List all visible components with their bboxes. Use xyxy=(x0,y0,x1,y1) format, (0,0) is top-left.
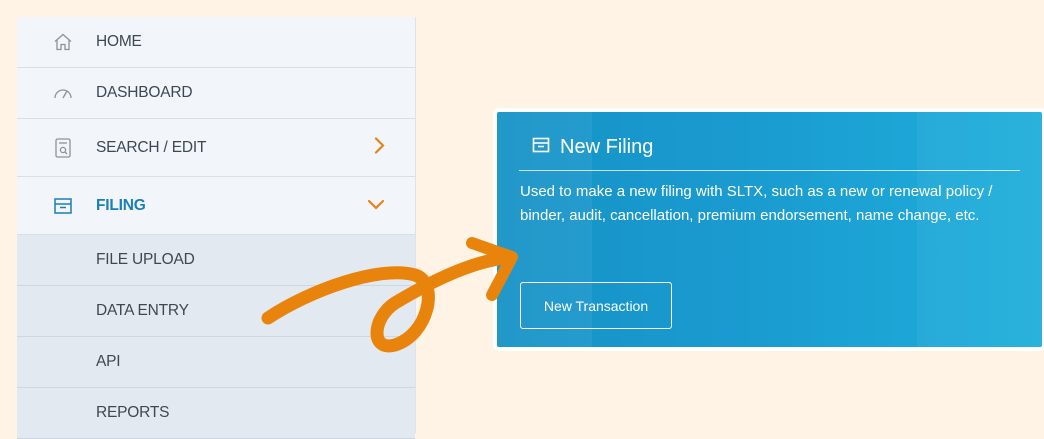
sidebar-subitem-label: API xyxy=(96,353,121,370)
archive-box-icon xyxy=(53,196,73,216)
sidebar-item-label: HOME xyxy=(96,33,142,50)
sidebar-item-label: SEARCH / EDIT xyxy=(96,138,207,156)
chevron-down-icon[interactable] xyxy=(367,197,385,215)
gauge-icon xyxy=(53,83,73,103)
new-transaction-button[interactable]: New Transaction xyxy=(520,282,672,329)
sidebar-subitem-file-upload[interactable]: FILE UPLOAD xyxy=(17,235,415,286)
card-divider xyxy=(519,170,1020,171)
sidebar-nav: HOME DASHBOARD SEARCH / EDIT FILING FILE… xyxy=(17,17,416,439)
sidebar-item-search-edit[interactable]: SEARCH / EDIT xyxy=(17,119,415,177)
archive-box-icon xyxy=(532,136,550,159)
sidebar-item-filing[interactable]: FILING xyxy=(17,177,415,235)
sidebar-item-label: FILING xyxy=(96,196,146,214)
sidebar-subitem-label: FILE UPLOAD xyxy=(96,251,195,268)
card-title-text: New Filing xyxy=(560,136,654,158)
search-document-icon xyxy=(53,137,73,158)
new-filing-card: New Filing Used to make a new filing wit… xyxy=(497,112,1042,347)
sidebar-subitem-data-entry[interactable]: DATA ENTRY xyxy=(17,286,415,337)
sidebar-subitem-label: DATA ENTRY xyxy=(96,302,189,319)
card-decoration xyxy=(917,112,1042,347)
sidebar-subitem-api[interactable]: API xyxy=(17,337,415,388)
chevron-right-icon[interactable] xyxy=(373,136,385,159)
sidebar-subitem-label: REPORTS xyxy=(96,404,170,421)
sidebar-item-home[interactable]: HOME xyxy=(17,17,415,68)
card-description: Used to make a new filing with SLTX, suc… xyxy=(520,183,993,224)
home-icon xyxy=(53,32,73,52)
sidebar-subitem-reports[interactable]: REPORTS xyxy=(17,388,415,439)
card-title: New Filing xyxy=(532,136,653,159)
sidebar-item-label: DASHBOARD xyxy=(96,84,193,101)
sidebar-item-dashboard[interactable]: DASHBOARD xyxy=(17,68,415,119)
